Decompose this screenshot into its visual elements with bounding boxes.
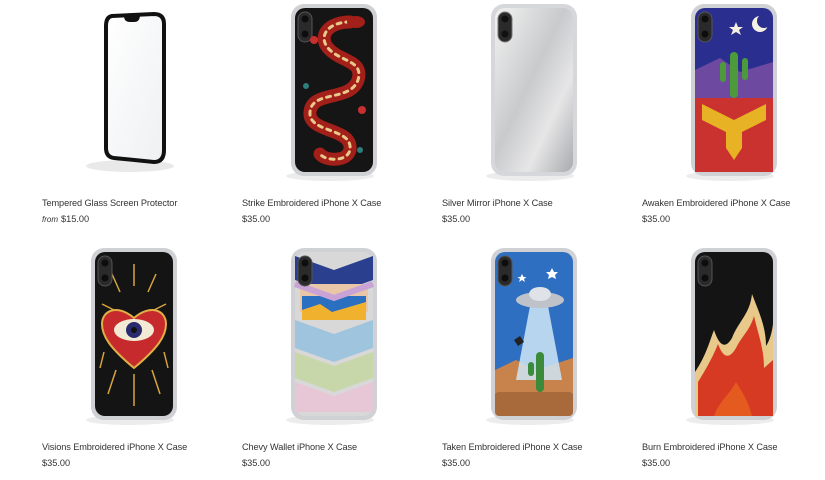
product-card-chevy-wallet[interactable]: Chevy Wallet iPhone X Case $35.00 <box>240 244 420 480</box>
product-image-burn[interactable] <box>640 244 820 436</box>
product-price: $35.00 <box>242 214 271 224</box>
product-card-strike[interactable]: Strike Embroidered iPhone X Case $35.00 <box>240 0 420 236</box>
product-name[interactable]: Burn Embroidered iPhone X Case <box>642 442 778 452</box>
product-price: $35.00 <box>42 458 71 468</box>
product-card-visions[interactable]: Visions Embroidered iPhone X Case $35.00 <box>40 244 220 480</box>
product-name[interactable]: Chevy Wallet iPhone X Case <box>242 442 357 452</box>
product-image-visions[interactable] <box>40 244 220 436</box>
product-card-burn[interactable]: Burn Embroidered iPhone X Case $35.00 <box>640 244 820 480</box>
product-name[interactable]: Visions Embroidered iPhone X Case <box>42 442 187 452</box>
product-image-awaken[interactable] <box>640 0 820 192</box>
price-value: $15.00 <box>61 214 90 224</box>
price-prefix: from <box>42 215 58 224</box>
product-card-taken[interactable]: Taken Embroidered iPhone X Case $35.00 <box>440 244 620 480</box>
product-price: $35.00 <box>442 458 471 468</box>
product-grid: Tempered Glass Screen Protector from $15.… <box>0 0 825 472</box>
product-name[interactable]: Strike Embroidered iPhone X Case <box>242 198 381 208</box>
product-price: $35.00 <box>642 214 671 224</box>
product-image-tempered-glass[interactable] <box>40 0 220 192</box>
product-card-silver-mirror[interactable]: Silver Mirror iPhone X Case $35.00 <box>440 0 620 236</box>
product-price: from $15.00 <box>42 214 89 224</box>
product-price: $35.00 <box>242 458 271 468</box>
product-price: $35.00 <box>642 458 671 468</box>
product-image-silver-mirror[interactable] <box>440 0 620 192</box>
product-image-chevy-wallet[interactable] <box>240 244 420 436</box>
product-name[interactable]: Silver Mirror iPhone X Case <box>442 198 553 208</box>
product-card-awaken[interactable]: Awaken Embroidered iPhone X Case $35.00 <box>640 0 820 236</box>
product-image-strike[interactable] <box>240 0 420 192</box>
product-name[interactable]: Awaken Embroidered iPhone X Case <box>642 198 790 208</box>
product-name[interactable]: Taken Embroidered iPhone X Case <box>442 442 583 452</box>
product-price: $35.00 <box>442 214 471 224</box>
product-name[interactable]: Tempered Glass Screen Protector <box>42 198 177 208</box>
product-image-taken[interactable] <box>440 244 620 436</box>
product-card-tempered-glass[interactable]: Tempered Glass Screen Protector from $15.… <box>40 0 220 236</box>
